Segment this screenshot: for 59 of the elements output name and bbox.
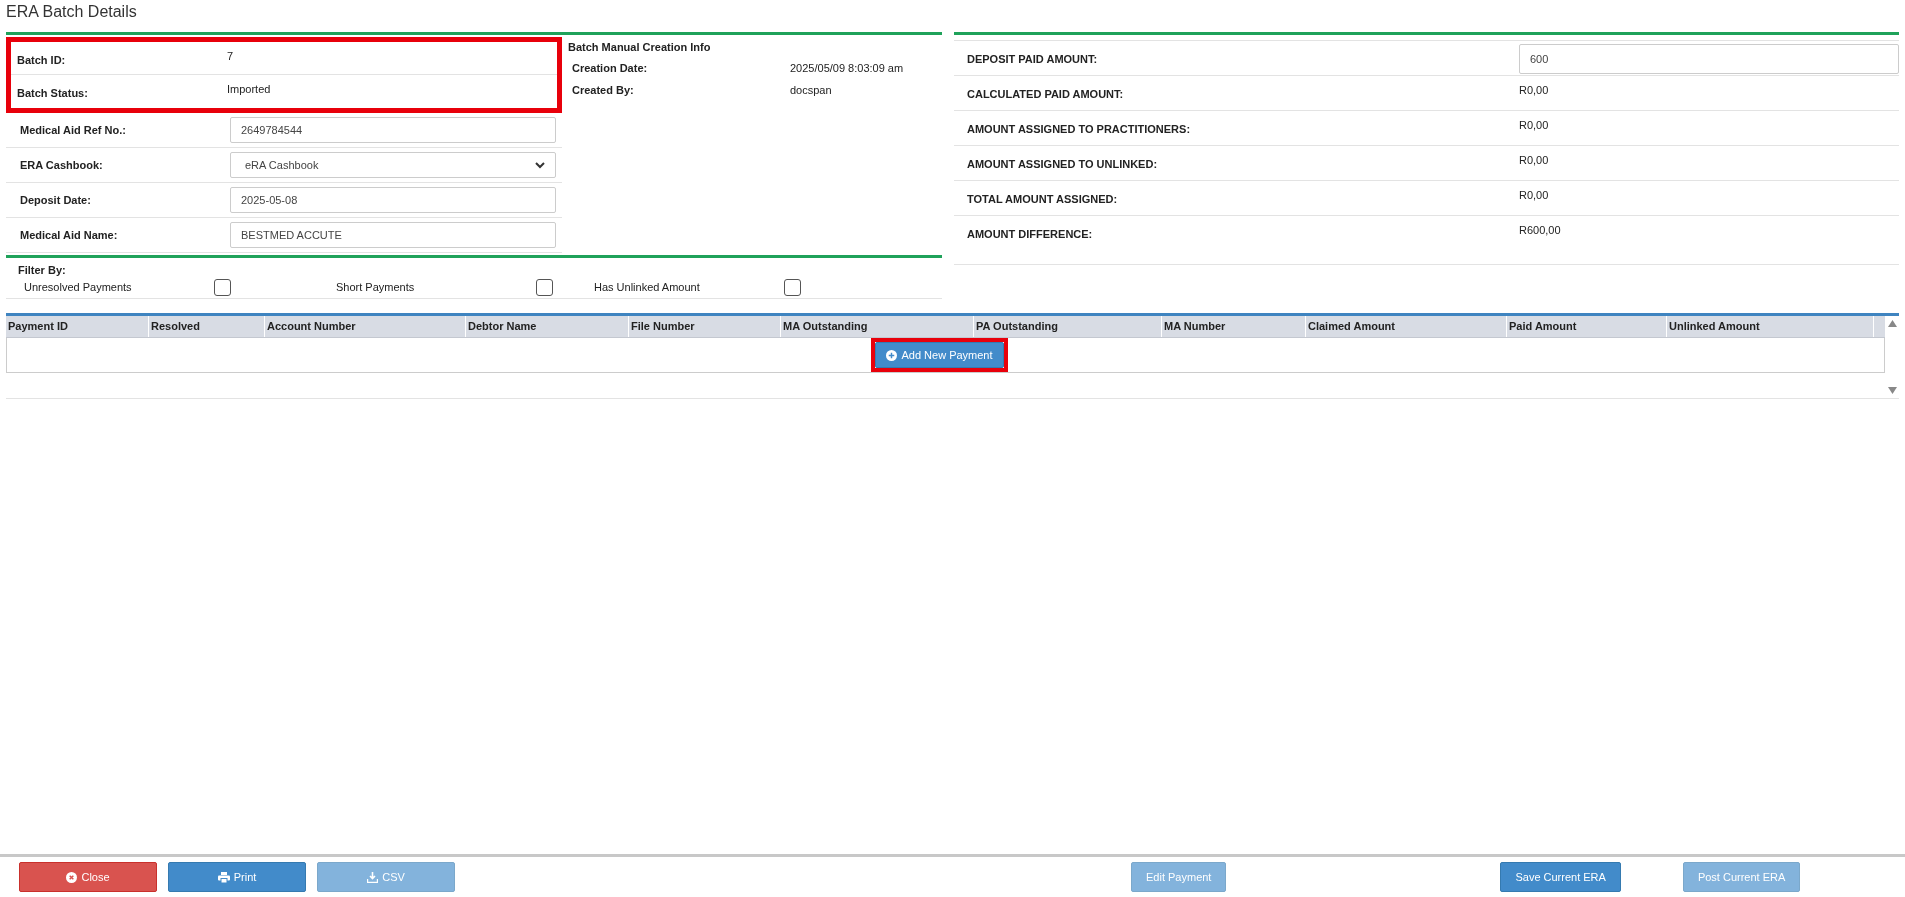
page-title: ERA Batch Details: [5, 2, 138, 22]
chevron-down-icon: [535, 161, 545, 169]
field-label: Medical Aid Ref No.:: [20, 124, 127, 136]
amount-value: R0,00: [1519, 188, 1549, 201]
amount-label: AMOUNT ASSIGNED TO PRACTITIONERS:: [967, 122, 1192, 135]
amount-label: AMOUNT DIFFERENCE:: [967, 227, 1094, 240]
amount-label: AMOUNT ASSIGNED TO UNLINKED:: [967, 157, 1159, 170]
checkbox[interactable]: [536, 278, 553, 296]
amount-value: R600,00: [1519, 223, 1561, 236]
close-button[interactable]: Close: [19, 862, 157, 892]
amount-label: CALCULATED PAID AMOUNT:: [967, 87, 1125, 100]
filter-label: Filter By:: [18, 264, 67, 276]
column-header[interactable]: Claimed Amount: [1306, 316, 1507, 337]
plus-circle-icon: [886, 349, 898, 361]
select-field[interactable]: eRA Cashbook: [230, 152, 556, 178]
action-button[interactable]: Save Current ERA: [1500, 862, 1621, 892]
field-value: 7: [227, 50, 234, 62]
checkbox[interactable]: [784, 278, 801, 296]
checkbox[interactable]: [214, 278, 231, 296]
field-label: ERA Cashbook:: [20, 159, 104, 171]
close-icon: [66, 871, 78, 883]
amount-value: R0,00: [1519, 153, 1549, 166]
input-field[interactable]: 2025-05-08: [230, 187, 556, 213]
column-header[interactable]: MA Outstanding: [781, 316, 974, 337]
print-button[interactable]: Print: [168, 862, 306, 892]
column-header[interactable]: PA Outstanding: [974, 316, 1162, 337]
field-label: Batch ID:: [17, 53, 67, 66]
field-value: Imported: [227, 83, 271, 95]
column-header[interactable]: Paid Amount: [1507, 316, 1667, 337]
download-icon: [367, 871, 379, 883]
column-header[interactable]: MA Number: [1162, 316, 1306, 337]
field-value: 2025/05/09 8:03:09 am: [790, 62, 904, 74]
column-header[interactable]: Unlinked Amount: [1667, 316, 1874, 337]
column-header[interactable]: Debtor Name: [466, 316, 629, 337]
add-payment-button[interactable]: Add New Payment: [875, 342, 1004, 368]
input-field[interactable]: BESTMED ACCUTE: [230, 222, 556, 248]
amount-label: TOTAL AMOUNT ASSIGNED:: [967, 192, 1119, 205]
column-header[interactable]: Resolved: [149, 316, 265, 337]
column-header[interactable]: Payment ID: [6, 316, 149, 337]
scroll-down-icon[interactable]: [1887, 387, 1897, 394]
field-label: Creation Date:: [572, 62, 649, 74]
field-label: Created By:: [572, 84, 635, 96]
checkbox-label: Short Payments: [335, 281, 416, 293]
section-title: Batch Manual Creation Info: [568, 40, 712, 55]
field-label: Medical Aid Name:: [20, 229, 119, 241]
checkbox-label: Has Unlinked Amount: [593, 281, 701, 293]
input-field[interactable]: 2649784544: [230, 117, 556, 143]
column-header[interactable]: File Number: [629, 316, 781, 337]
input-field[interactable]: 600: [1519, 44, 1899, 74]
field-label: Batch Status:: [17, 86, 89, 99]
field-value: docspan: [790, 84, 832, 96]
amount-value: R0,00: [1519, 118, 1549, 131]
amount-value: R0,00: [1519, 83, 1549, 96]
field-label: Deposit Date:: [20, 194, 92, 206]
scroll-up-icon[interactable]: [1887, 320, 1897, 327]
column-header[interactable]: Account Number: [265, 316, 466, 337]
amount-label: DEPOSIT PAID AMOUNT:: [967, 52, 1099, 65]
printer-icon: [217, 871, 230, 883]
checkbox-label: Unresolved Payments: [23, 281, 133, 293]
